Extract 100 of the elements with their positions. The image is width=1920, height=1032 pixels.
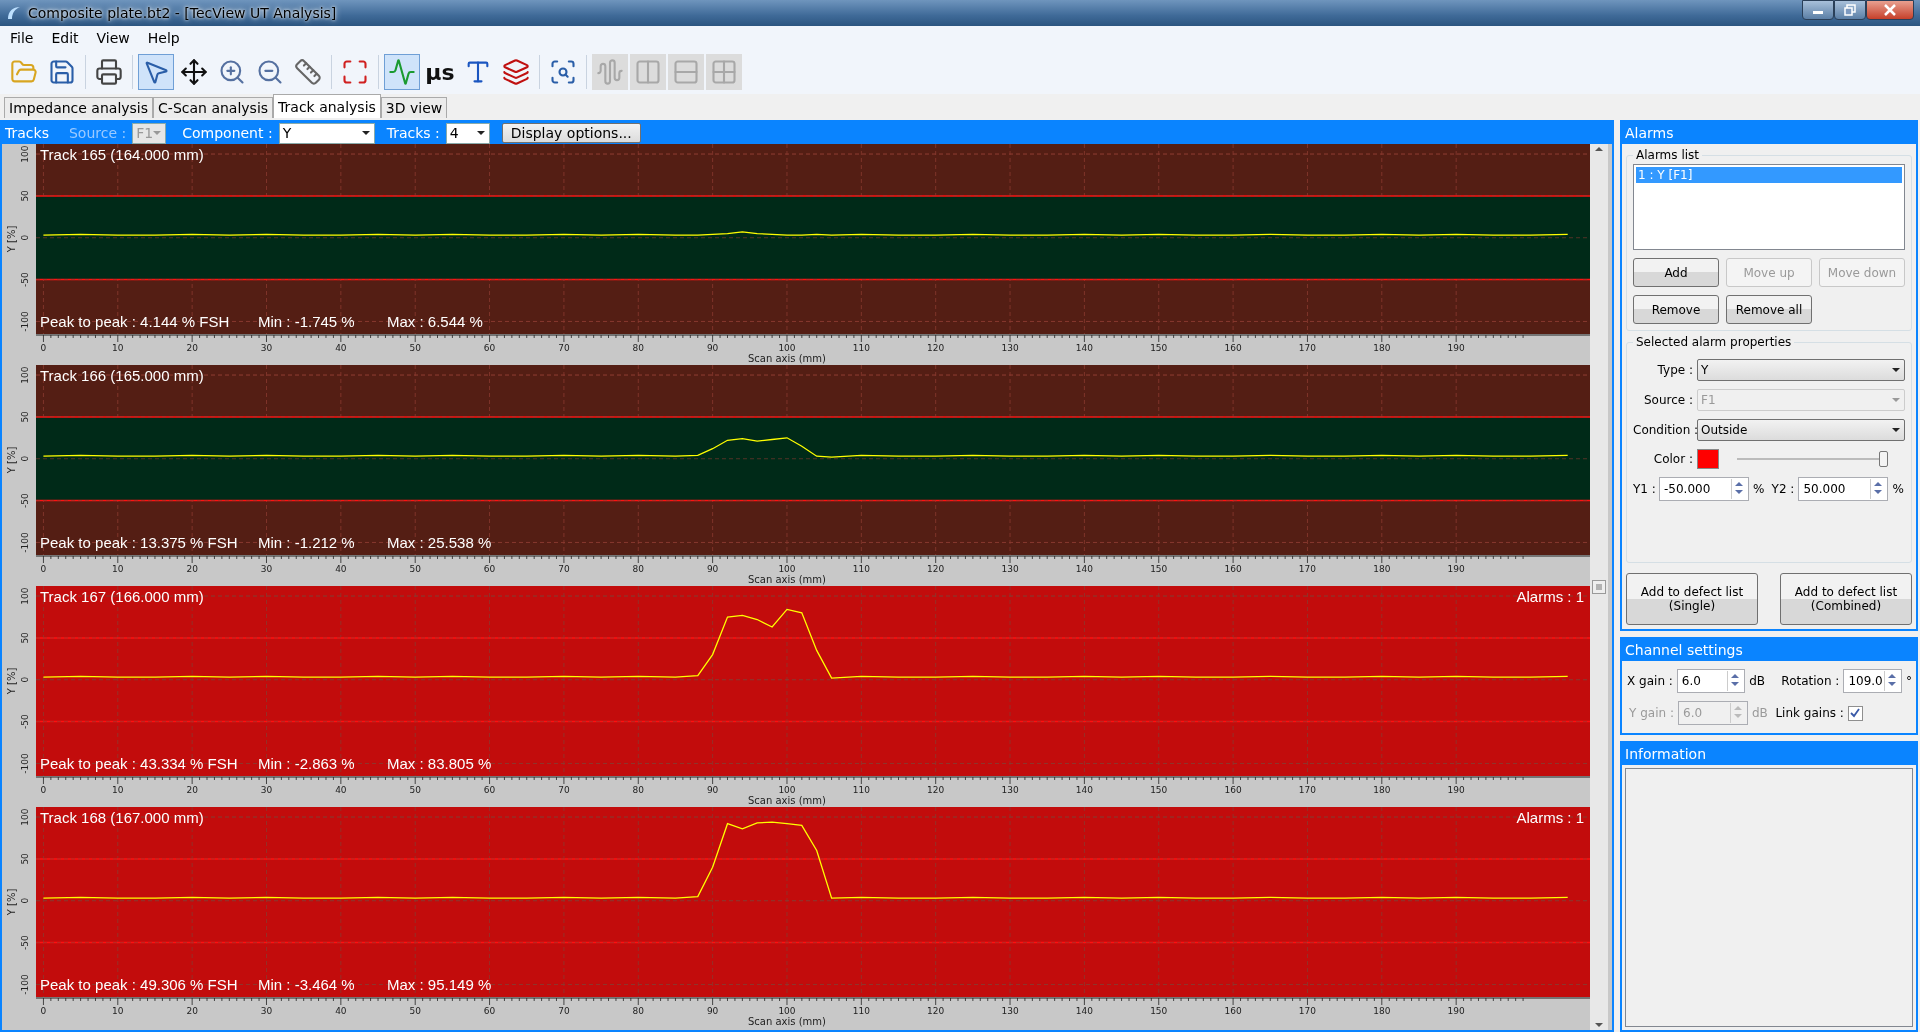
y1-field[interactable]: -50.000 — [1659, 477, 1749, 501]
field-label: Y gain : — [1628, 706, 1674, 720]
x-tick-label: 160 — [1224, 1006, 1242, 1016]
tab[interactable]: C-Scan analysis — [153, 97, 274, 118]
component-dropdown[interactable]: Y — [278, 122, 375, 144]
tracks-dropdown[interactable]: 4 — [445, 122, 490, 144]
track-statistic: Min : -3.464 % — [258, 976, 355, 993]
alarm-button[interactable]: Add — [1633, 258, 1719, 287]
menu-item[interactable]: Edit — [45, 30, 91, 46]
x-tick-label: 20 — [186, 343, 198, 353]
defect-list-button[interactable]: Add to defect list (Single) — [1626, 573, 1758, 625]
x-tick-label: 20 — [186, 564, 198, 574]
field-label: Rotation : — [1780, 674, 1840, 688]
menu-item[interactable]: Help — [141, 30, 192, 46]
y-tick-label: 100 — [20, 587, 30, 605]
rotation-field[interactable]: 109.0 — [1843, 669, 1902, 693]
unit-label: % — [1753, 482, 1765, 496]
x-tick-label: 150 — [1150, 343, 1168, 353]
x-tick-label: 140 — [1075, 1006, 1093, 1016]
move-icon — [180, 58, 208, 86]
close-button[interactable] — [1866, 0, 1914, 20]
waveform-icon — [596, 58, 624, 86]
x-tick-label: 70 — [558, 1006, 570, 1016]
track-statistic: Min : -1.745 % — [258, 313, 355, 330]
tab[interactable]: Track analysis — [273, 94, 381, 118]
y-tick-label: 0 — [20, 455, 30, 462]
tab[interactable]: Impedance analysis — [4, 97, 154, 118]
y-tick-label: -50 — [20, 714, 30, 729]
window-title: Composite plate.bt2 - [TecView UT Analysis] — [28, 5, 338, 21]
x-tick-label: 80 — [632, 1006, 644, 1016]
y-tick-label: 50 — [20, 190, 30, 202]
color-swatch[interactable] — [1697, 449, 1719, 469]
dropdown[interactable]: Outside — [1697, 419, 1905, 441]
restore-icon — [1844, 4, 1856, 16]
x-tick-label: 90 — [706, 785, 719, 795]
alarm-count: Alarms : 1 — [1516, 809, 1584, 826]
y2-field[interactable]: 50.000 — [1798, 477, 1889, 501]
panel-title: Tracks — [5, 125, 49, 141]
x-tick-label: 100 — [778, 343, 796, 353]
x-tick-label: 90 — [706, 343, 719, 353]
y-tick-label: -50 — [20, 935, 30, 950]
x-tick-label: 20 — [186, 785, 198, 795]
printer-icon — [95, 58, 123, 86]
restore-button[interactable] — [1834, 0, 1866, 20]
app-icon — [6, 5, 22, 21]
inspect-icon — [549, 58, 577, 86]
x-tick-label: 0 — [40, 564, 47, 574]
x-tick-label: 150 — [1150, 564, 1168, 574]
x-tick-label: 130 — [1001, 1006, 1019, 1016]
y-tick-label: -100 — [20, 974, 30, 995]
x-tick-label: 10 — [112, 1006, 124, 1016]
field-label: Source : — [1642, 393, 1693, 407]
tab[interactable]: 3D view — [380, 97, 448, 118]
x-axis-label: Scan axis (mm) — [748, 353, 826, 364]
x-tick-label: 170 — [1298, 785, 1317, 795]
y-axis-label: Y [%] — [6, 888, 17, 916]
units-button[interactable]: µs — [422, 54, 458, 90]
unit-label: dB — [1749, 674, 1766, 688]
x-tick-label: 130 — [1001, 785, 1019, 795]
x-tick-label: 140 — [1075, 343, 1093, 353]
y-tick-label: 50 — [20, 853, 30, 865]
link-gains-checkbox[interactable] — [1847, 705, 1863, 721]
group-title: Selected alarm properties — [1635, 335, 1793, 349]
layers-icon — [502, 58, 530, 86]
x-tick-label: 170 — [1298, 564, 1317, 574]
menu-item[interactable]: View — [90, 30, 142, 46]
display-options-button[interactable]: Display options... — [501, 123, 641, 143]
x-tick-label: 110 — [852, 564, 870, 574]
x-tick-label: 190 — [1447, 564, 1465, 574]
scrollbar[interactable] — [1590, 144, 1608, 1030]
y-axis-label: Y [%] — [6, 225, 17, 253]
x-tick-label: 110 — [852, 785, 870, 795]
field-label: Component : — [182, 125, 273, 141]
menu-item[interactable]: File — [4, 30, 46, 46]
y-tick-label: 0 — [20, 897, 30, 904]
x-tick-label: 120 — [927, 564, 945, 574]
track-title: Track 165 (164.000 mm) — [40, 146, 204, 163]
track-statistic: Min : -2.863 % — [258, 755, 355, 772]
x-tick-label: 50 — [409, 785, 421, 795]
x-tick-label: 50 — [409, 564, 421, 574]
x-tick-label: 130 — [1001, 564, 1019, 574]
grid-icon — [710, 58, 738, 86]
dropdown[interactable]: Y — [1697, 359, 1905, 381]
scroll-thumb[interactable] — [1592, 580, 1606, 594]
minimize-button[interactable] — [1802, 0, 1834, 20]
defect-list-button[interactable]: Add to defect list (Combined) — [1780, 573, 1912, 625]
x-tick-label: 40 — [335, 564, 347, 574]
x-axis-label: Scan axis (mm) — [748, 795, 826, 806]
x-tick-label: 190 — [1447, 785, 1465, 795]
alarm-button[interactable]: Remove — [1633, 295, 1719, 324]
slider-thumb[interactable] — [1879, 451, 1888, 467]
x-gain-field[interactable]: 6.0 — [1676, 669, 1746, 693]
field-label: Tracks : — [386, 125, 440, 141]
field-label: Type : — [1656, 363, 1693, 377]
x-tick-label: 100 — [778, 1006, 796, 1016]
scroll-down-icon[interactable] — [1594, 1020, 1604, 1030]
alarm-button[interactable]: Remove all — [1726, 295, 1812, 324]
x-tick-label: 150 — [1150, 785, 1168, 795]
x-tick-label: 60 — [483, 1006, 496, 1016]
y-axis-label: Y [%] — [6, 667, 17, 695]
